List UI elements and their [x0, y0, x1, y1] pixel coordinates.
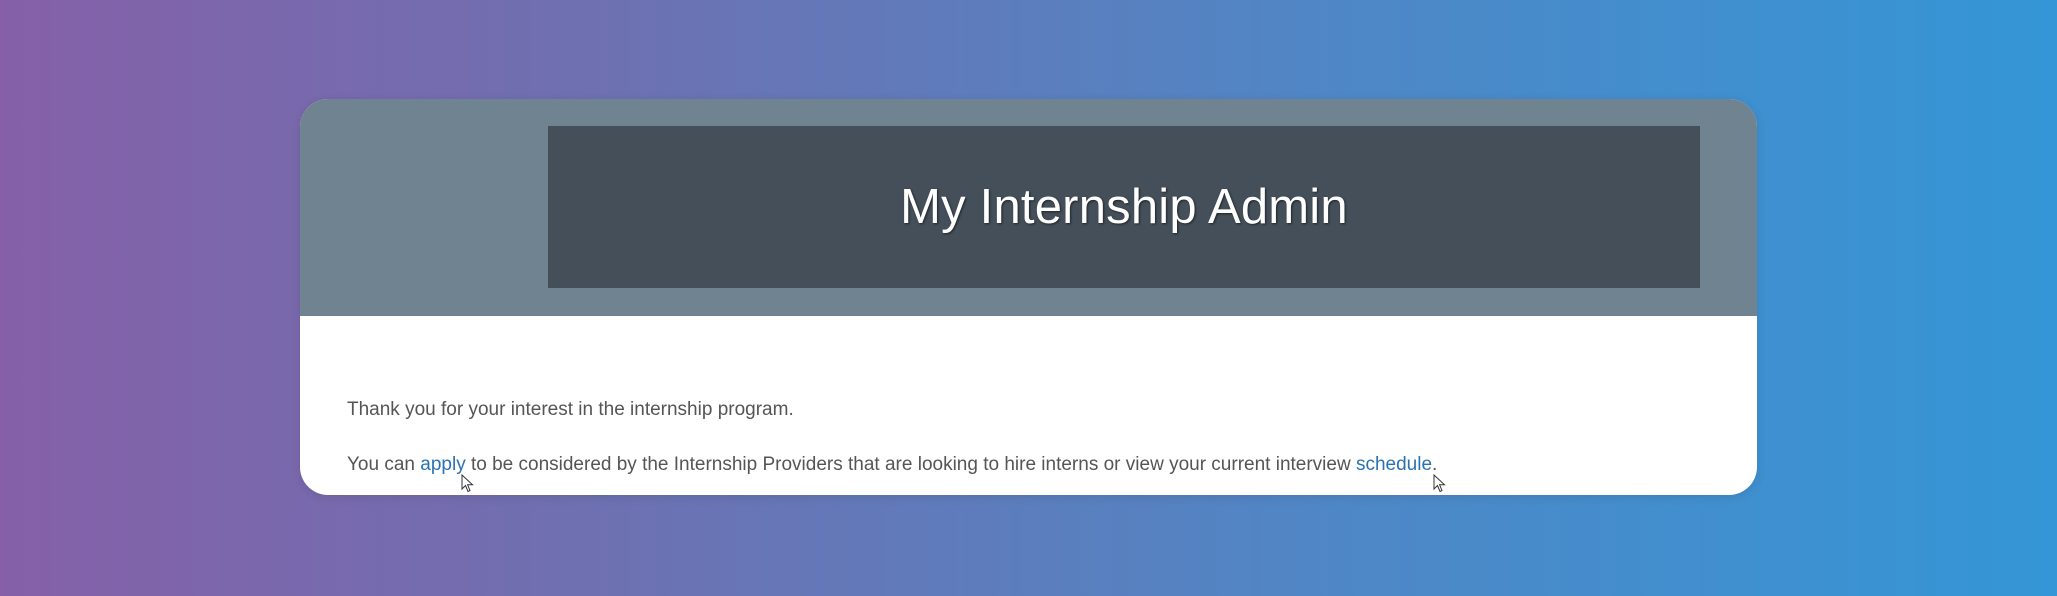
mouse-pointer-icon: [1433, 474, 1446, 493]
text-end: .: [1432, 454, 1438, 475]
info-paragraph: You can apply to be considered by the In…: [347, 454, 1437, 476]
intro-text: Thank you for your interest in the inter…: [347, 399, 794, 420]
main-card: My Internship Admin Thank you for your i…: [300, 99, 1757, 495]
page-title: My Internship Admin: [900, 180, 1348, 234]
text-before-apply: You can: [347, 454, 421, 475]
mouse-pointer-icon: [461, 474, 474, 493]
header-band: My Internship Admin: [300, 99, 1757, 316]
schedule-link[interactable]: schedule: [1356, 454, 1432, 475]
text-middle: to be considered by the Internship Provi…: [465, 454, 1356, 475]
title-banner: My Internship Admin: [548, 126, 1700, 288]
apply-link[interactable]: apply: [420, 454, 465, 475]
